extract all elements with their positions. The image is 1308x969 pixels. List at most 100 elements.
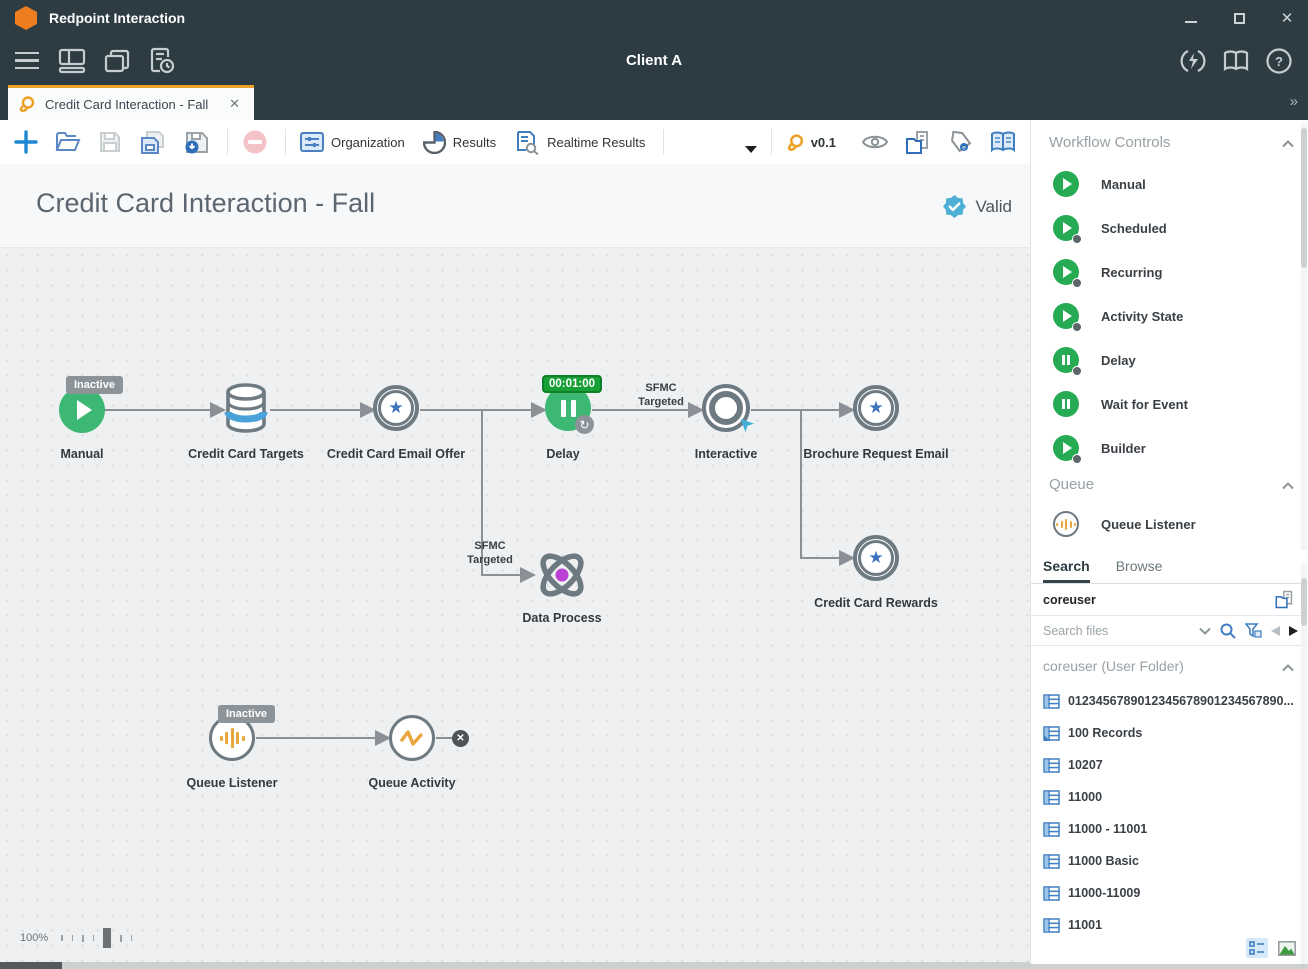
edge-label-sfmc-targeted: SFMC Targeted bbox=[629, 382, 693, 410]
play-state-icon bbox=[1053, 303, 1079, 329]
next-result-icon[interactable] bbox=[1289, 626, 1298, 636]
search-bar bbox=[1031, 616, 1308, 646]
hamburger-menu-icon[interactable] bbox=[12, 46, 42, 76]
node-brochure-request-email[interactable]: ★ bbox=[853, 385, 899, 431]
node-label: Credit Card Email Offer bbox=[327, 447, 465, 461]
zoom-slider[interactable]: 100% bbox=[20, 928, 132, 948]
sidebar-scrollbar[interactable] bbox=[1301, 124, 1307, 550]
palette-item-builder[interactable]: Builder bbox=[1053, 435, 1146, 461]
node-credit-card-rewards[interactable]: ★ bbox=[853, 535, 899, 581]
table-file-icon bbox=[1043, 918, 1060, 933]
more-tabs-icon[interactable]: » bbox=[1290, 93, 1296, 110]
node-queue-activity[interactable]: ✕ bbox=[389, 715, 435, 761]
play-repeat-icon bbox=[1053, 259, 1079, 285]
edge-label-sfmc-targeted: SFMC Targeted bbox=[458, 540, 522, 568]
open-button[interactable] bbox=[55, 127, 81, 157]
search-scope-value[interactable]: coreuser bbox=[1043, 593, 1274, 607]
table-file-icon bbox=[1043, 758, 1060, 773]
palette-item-activity-state[interactable]: Activity State bbox=[1053, 303, 1183, 329]
documentation-icon[interactable] bbox=[1221, 46, 1251, 76]
realtime-results-icon bbox=[514, 130, 540, 155]
toolbar-dropdown-caret[interactable] bbox=[745, 146, 757, 153]
sidebar-scrollbar[interactable] bbox=[1301, 564, 1307, 964]
collapse-chevron-icon[interactable] bbox=[1282, 664, 1294, 672]
file-item[interactable]: 11000-11009 bbox=[1043, 879, 1293, 907]
tab-search[interactable]: Search bbox=[1043, 558, 1090, 583]
folder-title: coreuser (User Folder) bbox=[1043, 658, 1184, 674]
results-icon bbox=[423, 131, 446, 154]
palette-item-scheduled[interactable]: Scheduled bbox=[1053, 215, 1167, 241]
realtime-results-button[interactable]: Realtime Results bbox=[514, 130, 645, 155]
file-item[interactable]: 11000 - 11001 bbox=[1043, 815, 1293, 843]
data-process-atom-icon bbox=[534, 547, 590, 603]
status-badge: Valid bbox=[942, 194, 1012, 219]
preview-eye-icon[interactable] bbox=[862, 127, 888, 157]
remove-connection-icon[interactable]: ✕ bbox=[452, 730, 469, 747]
tag-icon[interactable]: e bbox=[949, 127, 973, 157]
scrollbar-thumb[interactable] bbox=[0, 962, 62, 969]
results-button[interactable]: Results bbox=[423, 131, 496, 154]
folder-header[interactable]: coreuser (User Folder) bbox=[1031, 654, 1308, 682]
workflow-canvas[interactable]: SFMC Targeted SFMC Targeted Inactive Man… bbox=[0, 248, 1030, 969]
tab-close-icon[interactable]: ✕ bbox=[225, 94, 244, 114]
close-button[interactable]: ✕ bbox=[1276, 7, 1298, 29]
sidebar-tabs: Search Browse bbox=[1031, 558, 1308, 584]
tab-browse[interactable]: Browse bbox=[1116, 558, 1163, 583]
list-view-icon[interactable] bbox=[1246, 938, 1268, 958]
palette-item-queue-listener[interactable]: Queue Listener bbox=[1053, 511, 1196, 537]
organization-icon bbox=[300, 132, 324, 152]
zoom-slider-handle[interactable] bbox=[103, 928, 111, 948]
palette-item-delay[interactable]: Delay bbox=[1053, 347, 1136, 373]
search-input[interactable] bbox=[1043, 624, 1190, 638]
save-button[interactable] bbox=[98, 127, 122, 157]
node-interactive[interactable]: ➤ bbox=[702, 384, 750, 432]
file-item[interactable]: 11000 bbox=[1043, 783, 1293, 811]
save-version-button[interactable] bbox=[183, 127, 210, 157]
recent-files-icon[interactable] bbox=[147, 46, 177, 76]
node-data-process[interactable] bbox=[534, 547, 590, 608]
node-credit-card-targets[interactable] bbox=[224, 383, 268, 438]
minimize-button[interactable] bbox=[1180, 7, 1202, 29]
collapse-chevron-icon[interactable] bbox=[1282, 140, 1294, 148]
help-icon[interactable]: ? bbox=[1264, 46, 1294, 76]
version-indicator[interactable]: v0.1 bbox=[786, 133, 852, 152]
workspace-icon[interactable] bbox=[57, 46, 87, 76]
canvas-horizontal-scrollbar[interactable] bbox=[0, 962, 1030, 969]
file-item[interactable]: 11001 bbox=[1043, 911, 1293, 939]
tab-credit-card-interaction-fall[interactable]: Credit Card Interaction - Fall ✕ bbox=[8, 85, 254, 120]
file-item[interactable]: 11000 Basic bbox=[1043, 847, 1293, 875]
folder-document-icon[interactable] bbox=[905, 127, 932, 157]
node-queue-listener[interactable]: Inactive bbox=[209, 715, 255, 761]
palette-item-recurring[interactable]: Recurring bbox=[1053, 259, 1162, 285]
filter-icon[interactable] bbox=[1245, 623, 1262, 638]
file-item[interactable]: 100 Records bbox=[1043, 719, 1293, 747]
block-button[interactable] bbox=[242, 127, 268, 157]
maximize-button[interactable] bbox=[1228, 7, 1250, 29]
collapse-chevron-icon[interactable] bbox=[1282, 482, 1294, 490]
node-manual[interactable]: Inactive bbox=[59, 387, 105, 433]
data-dictionary-icon[interactable] bbox=[990, 127, 1016, 157]
database-icon bbox=[224, 383, 268, 433]
connection-icon[interactable] bbox=[1178, 46, 1208, 76]
image-view-icon[interactable] bbox=[1276, 938, 1298, 958]
play-gear-icon bbox=[1053, 435, 1079, 461]
search-options-chevron-icon[interactable] bbox=[1199, 627, 1211, 635]
table-file-icon bbox=[1043, 854, 1060, 869]
palette-item-manual[interactable]: Manual bbox=[1053, 171, 1146, 197]
app-title: Redpoint Interaction bbox=[49, 10, 185, 26]
folders-icon[interactable] bbox=[102, 46, 132, 76]
node-label: Queue Activity bbox=[368, 776, 455, 790]
palette-item-wait-for-event[interactable]: Wait for Event bbox=[1053, 391, 1188, 417]
scope-folder-icon[interactable] bbox=[1274, 590, 1296, 609]
search-icon[interactable] bbox=[1220, 623, 1236, 639]
prev-result-icon[interactable] bbox=[1271, 626, 1280, 636]
node-credit-card-email-offer[interactable]: ★ bbox=[373, 385, 419, 431]
organization-button[interactable]: Organization bbox=[300, 132, 405, 152]
new-button[interactable] bbox=[14, 127, 38, 157]
menu-bar: Client A ? bbox=[0, 36, 1308, 85]
save-copy-button[interactable] bbox=[139, 127, 166, 157]
file-item[interactable]: 10207 bbox=[1043, 751, 1293, 779]
node-delay[interactable]: 00:01:00 ↻ bbox=[545, 385, 591, 431]
workflow-toolbar: Organization Results Realtime Results v0… bbox=[0, 120, 1030, 164]
file-item[interactable]: 0123456789012345678901234567890... bbox=[1043, 687, 1293, 715]
